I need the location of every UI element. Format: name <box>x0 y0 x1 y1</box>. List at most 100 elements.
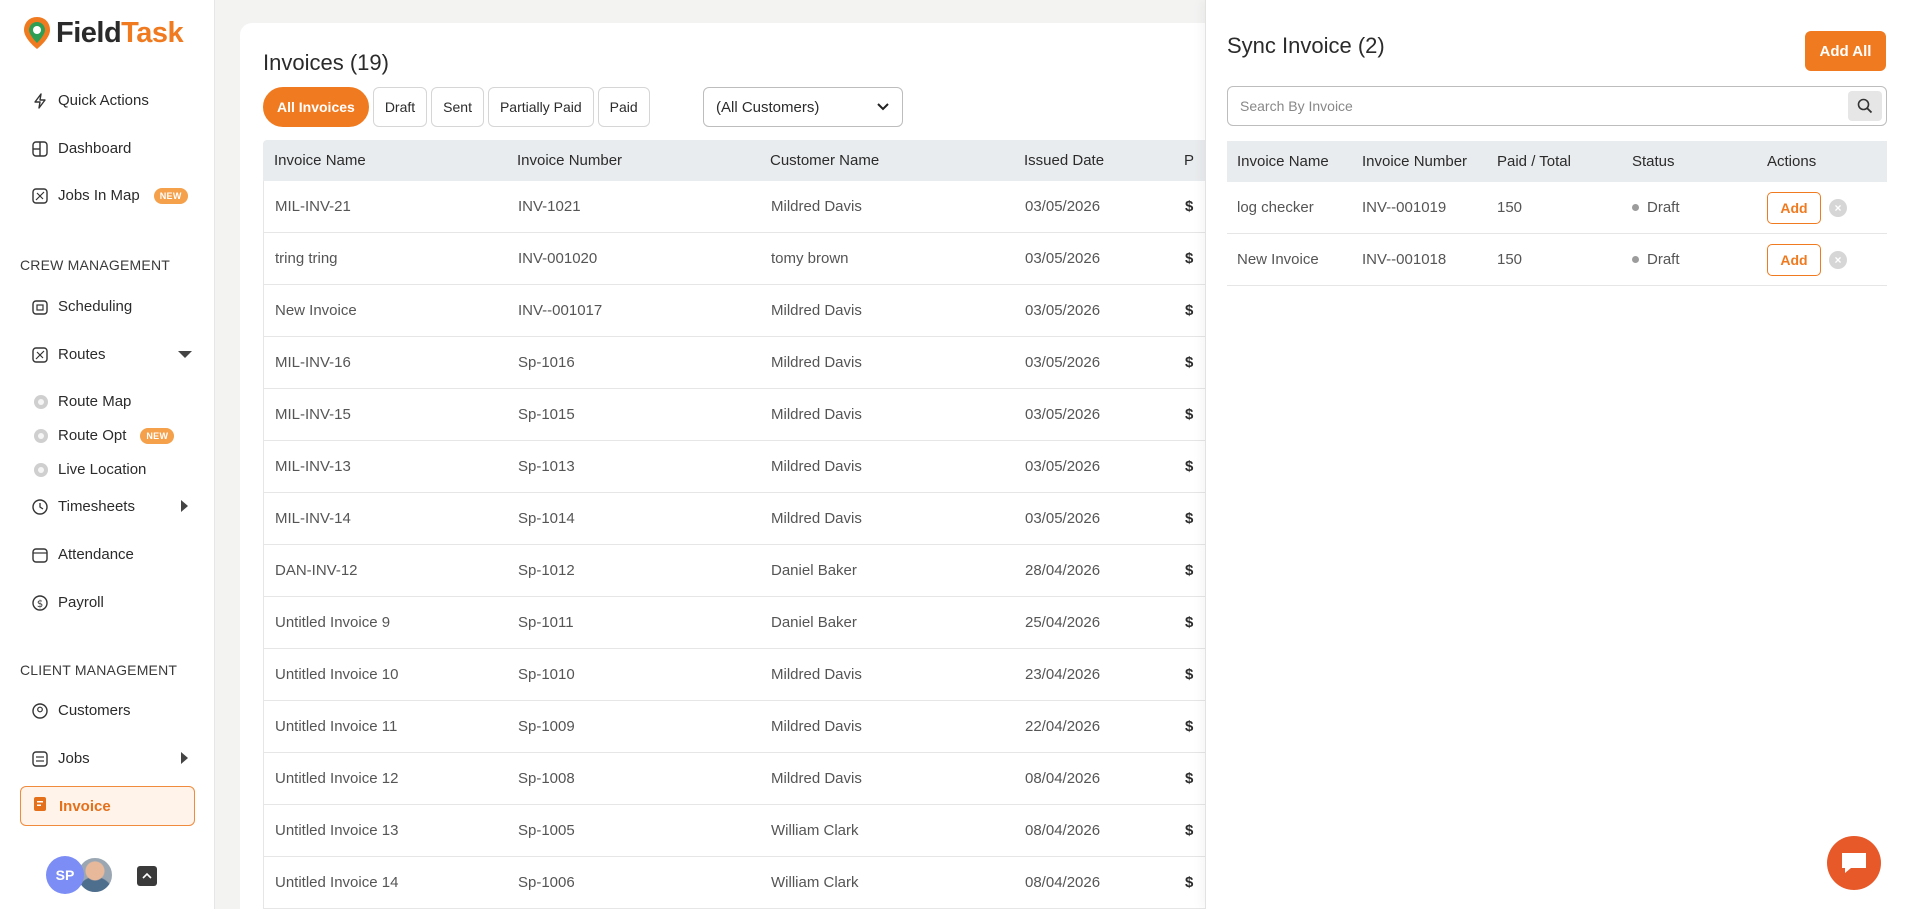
invoice-icon <box>33 796 49 816</box>
sidebar-item-label: Attendance <box>58 546 134 563</box>
invoice-name-cell: MIL-INV-21 <box>275 198 351 215</box>
add-invoice-button[interactable]: Add <box>1767 243 1821 276</box>
customer-name-cell: Daniel Baker <box>771 562 857 579</box>
invoice-name-cell: New Invoice <box>275 302 357 319</box>
add-all-button[interactable]: Add All <box>1805 31 1886 71</box>
map-icon <box>32 187 48 204</box>
table-row[interactable]: Untitled Invoice 13 Sp-1005 William Clark 0… <box>263 805 1243 857</box>
customer-select[interactable]: (All Customers) <box>703 87 903 127</box>
search-button[interactable] <box>1848 91 1882 121</box>
sidebar-item-timesheets[interactable]: Timesheets <box>32 498 135 515</box>
sidebar-item-scheduling[interactable]: Scheduling <box>32 298 132 315</box>
status-dot-icon <box>1632 204 1639 211</box>
table-row[interactable]: MIL-INV-15 Sp-1015 Mildred Davis 03/05/2026… <box>263 389 1243 441</box>
sidebar-item-live-location[interactable]: Live Location <box>34 461 146 478</box>
table-row[interactable]: Untitled Invoice 10 Sp-1010 Mildred Davis 2… <box>263 649 1243 701</box>
filter-draft[interactable]: Draft <box>372 87 428 127</box>
column-header[interactable]: Customer Name <box>770 152 1024 169</box>
sidebar-item-label: Jobs <box>58 750 90 767</box>
collapse-sidebar-button[interactable] <box>137 866 157 886</box>
table-row[interactable]: New Invoice INV--001017 Mildred Davis 03/05… <box>263 285 1243 337</box>
invoice-name-cell: MIL-INV-16 <box>275 354 351 371</box>
chat-button[interactable] <box>1827 836 1881 890</box>
table-row[interactable]: MIL-INV-21 INV-1021 Mildred Davis 03/05/202… <box>263 181 1243 233</box>
logo-pin-icon <box>24 17 50 49</box>
invoice-name-cell: Untitled Invoice 12 <box>275 770 399 787</box>
filter-sent[interactable]: Sent <box>431 87 484 127</box>
customer-name-cell: Mildred Davis <box>771 666 862 683</box>
remove-icon[interactable]: × <box>1829 198 1847 217</box>
filter-paid[interactable]: Paid <box>597 87 650 127</box>
sidebar-item-invoice[interactable]: Invoice <box>20 786 195 826</box>
table-row[interactable]: Untitled Invoice 14 Sp-1006 William Clark 0… <box>263 857 1243 909</box>
table-row[interactable]: Untitled Invoice 12 Sp-1008 Mildred Davis 0… <box>263 753 1243 805</box>
table-row: log checker INV--001019 150 Draft Add × <box>1227 182 1887 234</box>
table-row[interactable]: Untitled Invoice 9 Sp-1011 Daniel Baker 25/… <box>263 597 1243 649</box>
remove-icon[interactable]: × <box>1829 250 1847 269</box>
customer-name-cell: Mildred Davis <box>771 718 862 735</box>
invoice-number-cell: Sp-1015 <box>518 406 575 423</box>
sidebar-item-quick-actions[interactable]: Quick Actions <box>32 92 149 109</box>
chat-icon <box>1842 853 1866 873</box>
invoice-name-cell: New Invoice <box>1237 251 1319 268</box>
avatar[interactable]: SP <box>46 856 84 894</box>
sidebar-item-attendance[interactable]: Attendance <box>32 546 134 563</box>
chevron-right-icon[interactable] <box>181 752 188 764</box>
sidebar-item-payroll[interactable]: $ Payroll <box>32 594 104 611</box>
sidebar-item-label: Dashboard <box>58 140 132 157</box>
table-row[interactable]: MIL-INV-16 Sp-1016 Mildred Davis 03/05/2026… <box>263 337 1243 389</box>
sidebar-item-label: Routes <box>58 346 106 363</box>
sidebar-item-jobs-in-map[interactable]: Jobs In Map NEW <box>32 187 188 204</box>
logo[interactable]: FieldTask <box>22 16 184 50</box>
sidebar-item-label: Invoice <box>59 797 111 815</box>
new-badge: NEW <box>140 427 175 444</box>
section-title-crew: CREW MANAGEMENT <box>20 257 170 273</box>
customer-name-cell: Mildred Davis <box>771 770 862 787</box>
clock-icon <box>32 498 48 515</box>
invoice-number-cell: Sp-1014 <box>518 510 575 527</box>
filter-partially-paid[interactable]: Partially Paid <box>487 87 594 127</box>
search-input[interactable] <box>1240 98 1848 114</box>
sidebar-item-routes[interactable]: Routes <box>32 346 106 363</box>
column-header[interactable]: Invoice Name <box>263 152 517 169</box>
circle-icon <box>34 394 48 409</box>
add-invoice-button[interactable]: Add <box>1767 191 1821 224</box>
customer-name-cell: Daniel Baker <box>771 614 857 631</box>
sidebar-item-route-opt[interactable]: Route Opt NEW <box>34 427 175 444</box>
sidebar-item-dashboard[interactable]: Dashboard <box>32 140 131 157</box>
table-row[interactable]: tring tring INV-001020 tomy brown 03/05/202… <box>263 233 1243 285</box>
customer-name-cell: Mildred Davis <box>771 406 862 423</box>
table-row[interactable]: Untitled Invoice 11 Sp-1009 Mildred Davis 2… <box>263 701 1243 753</box>
actions-cell: Add × <box>1767 243 1887 276</box>
chevron-down-icon[interactable] <box>178 351 192 358</box>
sidebar-item-jobs[interactable]: Jobs <box>32 750 90 767</box>
sidebar-item-label: Timesheets <box>58 498 135 515</box>
column-header: Invoice Name <box>1237 153 1329 170</box>
issued-date-cell: 03/05/2026 <box>1025 250 1101 267</box>
issued-date-cell: 08/04/2026 <box>1025 822 1101 839</box>
sidebar-item-label: Route Opt <box>58 427 127 444</box>
column-header[interactable]: Issued Date <box>1024 152 1184 169</box>
chevron-right-icon[interactable] <box>181 500 188 512</box>
table-row[interactable]: MIL-INV-13 Sp-1013 Mildred Davis 03/05/2026… <box>263 441 1243 493</box>
column-header[interactable]: Invoice Number <box>517 152 770 169</box>
sidebar-item-customers[interactable]: Customers <box>32 702 131 719</box>
filter-all-invoices[interactable]: All Invoices <box>263 87 369 127</box>
table-body: MIL-INV-21 INV-1021 Mildred Davis 03/05/202… <box>263 181 1243 909</box>
issued-date-cell: 03/05/2026 <box>1025 510 1101 527</box>
dashboard-icon <box>32 140 48 157</box>
table-header: Invoice Name Invoice Number Customer Nam… <box>263 140 1243 181</box>
column-header: Actions <box>1767 153 1817 170</box>
issued-date-cell: 08/04/2026 <box>1025 874 1101 891</box>
invoice-number-cell: Sp-1005 <box>518 822 575 839</box>
sidebar-item-label: Payroll <box>58 594 104 611</box>
table-row[interactable]: MIL-INV-14 Sp-1014 Mildred Davis 03/05/2026… <box>263 493 1243 545</box>
issued-date-cell: 22/04/2026 <box>1025 718 1101 735</box>
circle-icon <box>34 428 48 443</box>
issued-date-cell: 03/05/2026 <box>1025 302 1101 319</box>
sync-search-box <box>1227 86 1887 126</box>
sidebar-item-route-map[interactable]: Route Map <box>34 393 131 410</box>
invoice-name-cell: Untitled Invoice 14 <box>275 874 399 891</box>
user-avatars[interactable]: SP <box>46 856 114 894</box>
table-row[interactable]: DAN-INV-12 Sp-1012 Daniel Baker 28/04/2026 $ <box>263 545 1243 597</box>
